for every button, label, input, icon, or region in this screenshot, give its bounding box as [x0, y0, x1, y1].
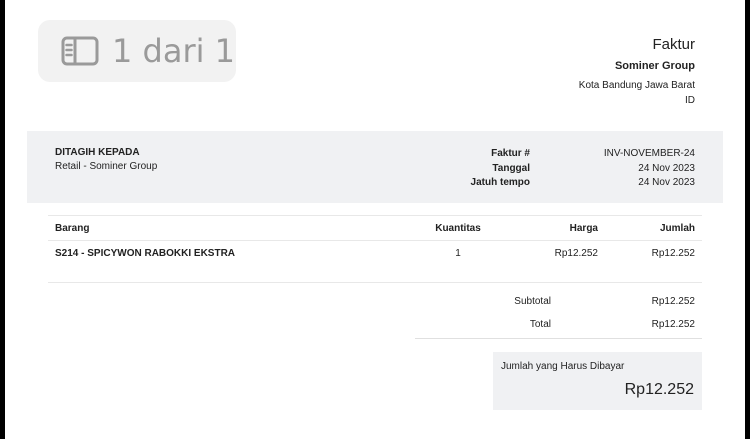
invoice-number-value: INV-NOVEMBER-24 — [603, 148, 695, 159]
subtotal-label: Subtotal — [514, 296, 551, 307]
table-header: Barang Kuantitas Harga Jumlah — [48, 215, 702, 240]
header-total: Jumlah — [659, 223, 695, 234]
subtotal-line: Subtotal Rp12.252 — [415, 295, 702, 318]
header-qty: Kuantitas — [435, 223, 481, 234]
company-country: ID — [685, 95, 695, 106]
header-price: Harga — [569, 223, 598, 234]
totals-block: Subtotal Rp12.252 Total Rp12.252 — [415, 295, 702, 339]
invoice-meta-values: INV-NOVEMBER-24 24 Nov 2023 24 Nov 2023 — [604, 147, 695, 191]
amount-due-box: Jumlah yang Harus Dibayar Rp12.252 — [493, 352, 702, 410]
amount-due-value: Rp12.252 — [624, 381, 694, 398]
document-page: 1 dari 1 Faktur Sominer Group Kota Bandu… — [5, 0, 745, 439]
total-label: Total — [529, 319, 551, 330]
total-line: Total Rp12.252 — [415, 318, 702, 339]
bill-to-value: Retail - Sominer Group — [55, 161, 158, 172]
invoice-meta-labels: Faktur # Tanggal Jatuh tempo — [471, 147, 530, 191]
bill-to: DITAGIH KEPADA Retail - Sominer Group — [55, 147, 157, 172]
company-address: Kota Bandung Jawa Barat ID — [579, 78, 695, 108]
page-indicator-text: 1 dari 1 — [112, 32, 236, 70]
table-row: S214 - SPICYWON RABOKKI EKSTRA 1 Rp12.25… — [48, 240, 702, 283]
document-title: Faktur — [652, 36, 695, 53]
amount-due-label: Jumlah yang Harus Dibayar — [501, 361, 625, 372]
bill-to-label: DITAGIH KEPADA — [55, 147, 140, 158]
invoice-due-value: 24 Nov 2023 — [638, 177, 695, 188]
header-item: Barang — [55, 223, 90, 234]
row-item: S214 - SPICYWON RABOKKI EKSTRA — [55, 248, 236, 259]
invoice-date-value: 24 Nov 2023 — [638, 162, 695, 174]
billing-band: DITAGIH KEPADA Retail - Sominer Group Fa… — [27, 131, 723, 203]
row-total: Rp12.252 — [651, 248, 695, 259]
row-qty: 1 — [455, 248, 461, 259]
invoice-due-label: Jatuh tempo — [470, 177, 530, 188]
total-value: Rp12.252 — [651, 319, 695, 330]
company-block: Faktur Sominer Group Kota Bandung Jawa B… — [579, 36, 695, 108]
row-price: Rp12.252 — [554, 248, 598, 259]
company-name: Sominer Group — [614, 60, 695, 72]
invoice-date-label: Tanggal — [492, 162, 530, 174]
invoice-number-label: Faktur # — [491, 148, 530, 159]
items-table: Barang Kuantitas Harga Jumlah S214 - SPI… — [48, 215, 702, 283]
page-indicator[interactable]: 1 dari 1 — [38, 20, 236, 82]
subtotal-value: Rp12.252 — [651, 296, 695, 307]
company-city: Kota Bandung Jawa Barat — [578, 80, 695, 91]
sidebar-icon — [61, 36, 99, 66]
